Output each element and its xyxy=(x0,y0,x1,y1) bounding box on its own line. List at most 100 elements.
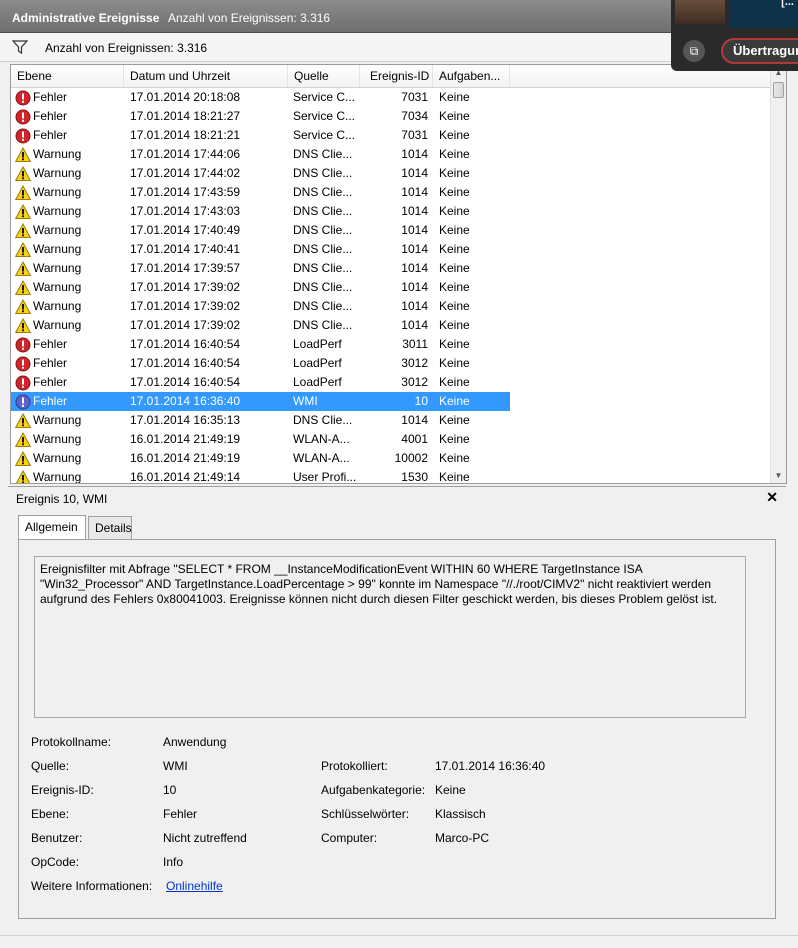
event-row[interactable]: Warnung 17.01.2014 17:44:06 DNS Clie... 101… xyxy=(11,145,771,164)
cell-event-id: 1530 xyxy=(401,470,428,484)
cell-event-id: 1014 xyxy=(401,280,428,294)
cell-source: DNS Clie... xyxy=(293,261,353,275)
column-header-quelle[interactable]: Quelle xyxy=(288,65,360,87)
transmission-button[interactable]: Übertragun xyxy=(721,38,798,64)
detail-panel: Ereignisfilter mit Abfrage "SELECT * FRO… xyxy=(18,539,776,919)
event-row[interactable]: Warnung 17.01.2014 17:39:02 DNS Clie... 101… xyxy=(11,297,771,316)
event-row[interactable]: Warnung 17.01.2014 17:39:02 DNS Clie... 101… xyxy=(11,278,771,297)
cell-task: Keine xyxy=(439,432,470,446)
filter-count-text: Anzahl von Ereignissen: 3.316 xyxy=(45,41,208,55)
cell-level: Fehler xyxy=(33,337,68,351)
warning-icon xyxy=(14,146,32,163)
event-list[interactable]: Ebene Datum und Uhrzeit Quelle Ereignis-… xyxy=(10,64,787,484)
cell-source: LoadPerf xyxy=(293,337,342,351)
event-row[interactable]: Warnung 17.01.2014 17:43:03 DNS Clie... 101… xyxy=(11,202,771,221)
cell-source: DNS Clie... xyxy=(293,413,353,427)
event-row[interactable]: Fehler 17.01.2014 16:40:54 LoadPerf 3011 Kei… xyxy=(11,335,771,354)
cell-date: 17.01.2014 17:39:02 xyxy=(130,280,241,294)
cell-date: 17.01.2014 17:39:02 xyxy=(130,318,241,332)
cell-date: 17.01.2014 16:40:54 xyxy=(130,356,241,370)
cell-date: 17.01.2014 17:44:06 xyxy=(130,147,241,161)
cell-event-id: 4001 xyxy=(401,432,428,446)
event-row[interactable]: Warnung 17.01.2014 17:40:49 DNS Clie... 101… xyxy=(11,221,771,240)
warning-icon xyxy=(14,260,32,277)
prop-value-protokollname: Anwendung xyxy=(163,735,227,749)
copy-window-icon[interactable]: ⧉ xyxy=(683,40,705,62)
cell-date: 17.01.2014 17:39:02 xyxy=(130,299,241,313)
cell-event-id: 1014 xyxy=(401,166,428,180)
cell-source: DNS Clie... xyxy=(293,318,353,332)
scroll-down-icon[interactable]: ▼ xyxy=(771,468,786,483)
error-icon xyxy=(15,128,31,144)
event-row[interactable]: Fehler 17.01.2014 16:40:54 LoadPerf 3012 Kei… xyxy=(11,373,771,392)
cell-event-id: 1014 xyxy=(401,147,428,161)
event-row[interactable]: Fehler 17.01.2014 16:40:54 LoadPerf 3012 Kei… xyxy=(11,354,771,373)
event-row[interactable]: Warnung 17.01.2014 17:39:57 DNS Clie... 101… xyxy=(11,259,771,278)
event-row[interactable]: Warnung 16.01.2014 21:49:19 WLAN-A... 10002… xyxy=(11,449,771,468)
event-list-scrollbar[interactable]: ▲ ▼ xyxy=(770,65,786,483)
detail-title: Ereignis 10, WMI xyxy=(16,492,108,506)
cell-source: Service C... xyxy=(293,128,356,142)
prop-value-opcode: Info xyxy=(163,855,184,869)
column-header-aufgaben[interactable]: Aufgaben... xyxy=(433,65,510,87)
warning-icon xyxy=(15,469,31,483)
cell-source: WLAN-A... xyxy=(293,432,350,446)
event-row[interactable]: Warnung 17.01.2014 17:43:59 DNS Clie... 101… xyxy=(11,183,771,202)
prop-label-protokollname: Protokollname: xyxy=(31,735,112,749)
warning-icon xyxy=(14,241,32,258)
scroll-thumb[interactable] xyxy=(773,82,784,98)
cell-source: WLAN-A... xyxy=(293,451,350,465)
cell-level: Warnung xyxy=(33,166,82,180)
onlinehilfe-link[interactable]: Onlinehilfe xyxy=(166,879,223,893)
event-row[interactable]: Warnung 17.01.2014 17:39:02 DNS Clie... 101… xyxy=(11,316,771,335)
cell-event-id: 10002 xyxy=(394,451,428,465)
column-header-datum[interactable]: Datum und Uhrzeit xyxy=(124,65,288,87)
cell-level: Warnung xyxy=(33,432,82,446)
tab-details[interactable]: Details xyxy=(88,516,132,539)
warning-icon xyxy=(14,203,32,220)
event-row[interactable]: Warnung 17.01.2014 17:44:02 DNS Clie... 101… xyxy=(11,164,771,183)
cell-source: DNS Clie... xyxy=(293,147,353,161)
cell-task: Keine xyxy=(439,337,470,351)
cell-level: Fehler xyxy=(33,375,68,389)
filter-icon[interactable] xyxy=(12,40,28,54)
cell-date: 16.01.2014 21:49:14 xyxy=(130,470,241,484)
cell-task: Keine xyxy=(439,185,470,199)
cell-level: Warnung xyxy=(33,185,82,199)
cell-level: Warnung xyxy=(33,470,82,484)
column-header-ereignis-id[interactable]: Ereignis-ID xyxy=(360,65,433,87)
cell-date: 17.01.2014 17:40:41 xyxy=(130,242,241,256)
window-title: Administrative Ereignisse xyxy=(12,11,160,25)
cell-source: LoadPerf xyxy=(293,356,342,370)
close-icon[interactable]: ✕ xyxy=(766,489,778,506)
cell-task: Keine xyxy=(439,147,470,161)
event-row[interactable]: Fehler 17.01.2014 18:21:21 Service C... 703… xyxy=(11,126,771,145)
error-icon xyxy=(15,337,31,353)
cell-date: 16.01.2014 21:49:19 xyxy=(130,451,241,465)
cell-level: Warnung xyxy=(33,280,82,294)
prop-value-aufgabenkategorie: Keine xyxy=(435,783,466,797)
prop-value-ereignis-id: 10 xyxy=(163,783,177,797)
event-message[interactable]: Ereignisfilter mit Abfrage "SELECT * FRO… xyxy=(34,556,746,718)
warning-icon xyxy=(14,431,32,448)
event-row[interactable]: Fehler 17.01.2014 20:18:08 Service C... 703… xyxy=(11,88,771,107)
cell-task: Keine xyxy=(439,242,470,256)
cell-date: 17.01.2014 20:18:08 xyxy=(130,90,241,104)
cell-event-id: 1014 xyxy=(401,299,428,313)
cell-task: Keine xyxy=(439,109,470,123)
cell-event-id: 1014 xyxy=(401,185,428,199)
cell-source: Service C... xyxy=(293,109,356,123)
event-row[interactable]: Warnung 16.01.2014 21:49:19 WLAN-A... 4001 K… xyxy=(11,430,771,449)
tab-allgemein[interactable]: Allgemein xyxy=(18,515,86,540)
event-row-selected[interactable]: Fehler 17.01.2014 16:36:40 WMI 10 Keine xyxy=(11,392,771,411)
cell-event-id: 1014 xyxy=(401,223,428,237)
column-header-ebene[interactable]: Ebene xyxy=(11,65,124,87)
event-row[interactable]: Warnung 17.01.2014 17:40:41 DNS Clie... 101… xyxy=(11,240,771,259)
cell-level: Fehler xyxy=(33,356,68,370)
cell-date: 17.01.2014 17:39:57 xyxy=(130,261,241,275)
cell-event-id: 1014 xyxy=(401,261,428,275)
cell-task: Keine xyxy=(439,166,470,180)
event-row[interactable]: Fehler 17.01.2014 18:21:27 Service C... 703… xyxy=(11,107,771,126)
event-row[interactable]: Warnung 17.01.2014 16:35:13 DNS Clie... 101… xyxy=(11,411,771,430)
event-row[interactable]: Warnung 16.01.2014 21:49:14 User Profi... 1… xyxy=(11,468,771,484)
